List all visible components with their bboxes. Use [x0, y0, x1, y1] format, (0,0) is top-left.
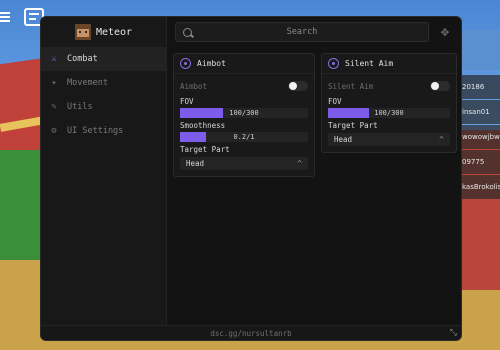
target-part-label: Target Part	[328, 121, 378, 130]
player-entry[interactable]: wowowjbw	[458, 125, 500, 149]
player-entry[interactable]: 09775	[458, 150, 500, 174]
sidebar-item-label: Movement	[67, 78, 108, 88]
aimbot-toggle[interactable]	[288, 81, 308, 91]
aimbot-toggle-row[interactable]: Aimbot	[180, 78, 308, 94]
target-part-label: Target Part	[180, 145, 230, 154]
slider-value: 100/300	[229, 109, 259, 117]
app-name: Meteor	[95, 26, 133, 38]
target-part-dropdown[interactable]: Head ^	[328, 133, 450, 146]
avatar	[74, 24, 91, 40]
running-icon: ✦	[51, 78, 57, 88]
chevron-up-icon: ^	[439, 135, 444, 144]
dropdown-value: Head	[186, 159, 205, 168]
toggle-label: Silent Aim	[328, 81, 374, 91]
resize-icon[interactable]: ⤡	[450, 328, 457, 338]
player-entry[interactable]: insan01	[458, 100, 500, 124]
panel-title: Aimbot	[197, 59, 226, 68]
brand: Meteor	[41, 17, 166, 47]
move-icon[interactable]: ✥	[437, 24, 453, 40]
search-placeholder: Search	[286, 27, 318, 37]
footer-link[interactable]: dsc.gg/nursultanrb	[210, 329, 291, 338]
aimbot-panel: Aimbot Aimbot FOV 100/300 Smoothness 0.2…	[173, 53, 315, 177]
top-bar: Search ✥	[167, 17, 461, 47]
dropdown-value: Head	[334, 135, 353, 144]
search-input[interactable]: Search	[175, 22, 429, 42]
silent-aim-panel: Silent Aim Silent Aim FOV 100/300 Target…	[321, 53, 457, 153]
sidebar-item-combat[interactable]: ⚔ Combat	[41, 47, 166, 71]
slider-value: 100/300	[374, 109, 404, 117]
menu-icon[interactable]	[0, 11, 12, 23]
sidebar-item-movement[interactable]: ✦ Movement	[41, 71, 166, 95]
sidebar-item-label: Utils	[67, 102, 93, 112]
panel-header: Silent Aim	[322, 54, 456, 74]
sidebar: Meteor ⚔ Combat ✦ Movement ✎ Utils ⚙ UI …	[41, 17, 167, 327]
footer: dsc.gg/nursultanrb ⤡	[41, 325, 461, 340]
player-entry[interactable]: kasBrokolis	[458, 175, 500, 199]
player-list: 20186 insan01 wowowjbw 09775 kasBrokolis	[458, 75, 500, 200]
fov-label: FOV	[328, 97, 342, 106]
toggle-label: Aimbot	[180, 81, 208, 91]
panel-title: Silent Aim	[345, 59, 394, 68]
target-part-dropdown[interactable]: Head ^	[180, 157, 308, 170]
sword-icon: ⚔	[51, 54, 57, 64]
sidebar-item-label: Combat	[67, 54, 98, 64]
crosshair-icon	[328, 58, 339, 69]
fov-slider[interactable]: 100/300	[328, 108, 450, 118]
smoothness-slider[interactable]: 0.2/1	[180, 132, 308, 142]
roblox-topbar	[0, 8, 44, 26]
smoothness-label: Smoothness	[180, 121, 226, 130]
player-entry[interactable]: 20186	[458, 75, 500, 99]
sidebar-item-label: UI Settings	[67, 126, 124, 136]
slider-value: 0.2/1	[233, 133, 255, 141]
meteor-window: Meteor ⚔ Combat ✦ Movement ✎ Utils ⚙ UI …	[40, 16, 462, 341]
chevron-up-icon: ^	[297, 159, 302, 168]
crosshair-icon	[180, 58, 191, 69]
fov-slider[interactable]: 100/300	[180, 108, 308, 118]
silent-aim-toggle[interactable]	[430, 81, 450, 91]
gear-icon: ⚙	[51, 126, 57, 136]
sidebar-item-utils[interactable]: ✎ Utils	[41, 95, 166, 119]
fov-label: FOV	[180, 97, 194, 106]
panel-header: Aimbot	[174, 54, 314, 74]
wrench-icon: ✎	[51, 102, 57, 112]
silent-aim-toggle-row[interactable]: Silent Aim	[328, 78, 450, 94]
sidebar-item-ui-settings[interactable]: ⚙ UI Settings	[41, 119, 166, 143]
